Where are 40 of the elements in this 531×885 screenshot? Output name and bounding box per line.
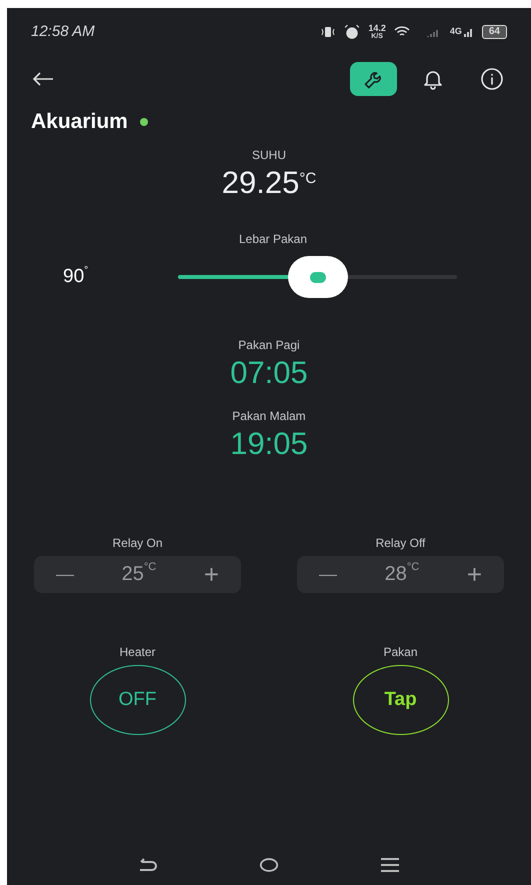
plus-button[interactable]: +: [204, 561, 219, 588]
speed-value: 14.2: [368, 24, 386, 33]
stepper-label: Relay On: [112, 534, 163, 552]
push-button[interactable]: Tap: [352, 664, 448, 735]
plus-button[interactable]: +: [466, 561, 482, 588]
temperature-unit: °C: [299, 168, 316, 188]
wifi-icon: [394, 26, 410, 38]
temperature-value: 29.25: [222, 164, 300, 202]
stepper-unit: °C: [144, 560, 156, 576]
vibrate-icon: [320, 26, 336, 38]
slider-thumb[interactable]: [288, 256, 348, 298]
signal-icon: [464, 26, 474, 38]
network-type: 4G: [450, 25, 462, 38]
minus-button[interactable]: —: [56, 560, 74, 588]
temperature-label: SUHU: [252, 146, 286, 164]
schedule-label: Pakan Malam: [232, 408, 306, 425]
home-icon[interactable]: [258, 857, 279, 873]
slider-label: Lebar Pakan: [238, 231, 308, 248]
minus-button[interactable]: —: [319, 560, 337, 588]
status-time: 12:58 AM: [31, 22, 95, 42]
schedule-time: 07:05: [230, 354, 308, 392]
stepper-value: 28: [384, 562, 407, 588]
switch-button[interactable]: OFF: [90, 664, 186, 735]
battery-level: 64: [482, 25, 507, 39]
degree-unit: °: [84, 264, 88, 278]
slider-reading: 90: [63, 265, 84, 289]
toolbar-button[interactable]: [350, 62, 397, 96]
stepper-value: 25: [122, 562, 144, 588]
menu-icon[interactable]: [380, 857, 400, 873]
alarm-icon: [344, 24, 360, 40]
schedule-time: 19:05: [230, 425, 308, 463]
info-icon: [480, 67, 504, 91]
back-icon[interactable]: [138, 857, 158, 873]
button-label: Pakan: [383, 644, 418, 661]
stepper-unit: °C: [406, 560, 420, 576]
slider-track[interactable]: [178, 256, 457, 298]
stepper-label: Relay Off: [376, 534, 426, 552]
button-label: Heater: [119, 644, 156, 661]
device-name: Akuarium: [31, 109, 128, 135]
schedule-label: Pakan Pagi: [238, 337, 300, 354]
